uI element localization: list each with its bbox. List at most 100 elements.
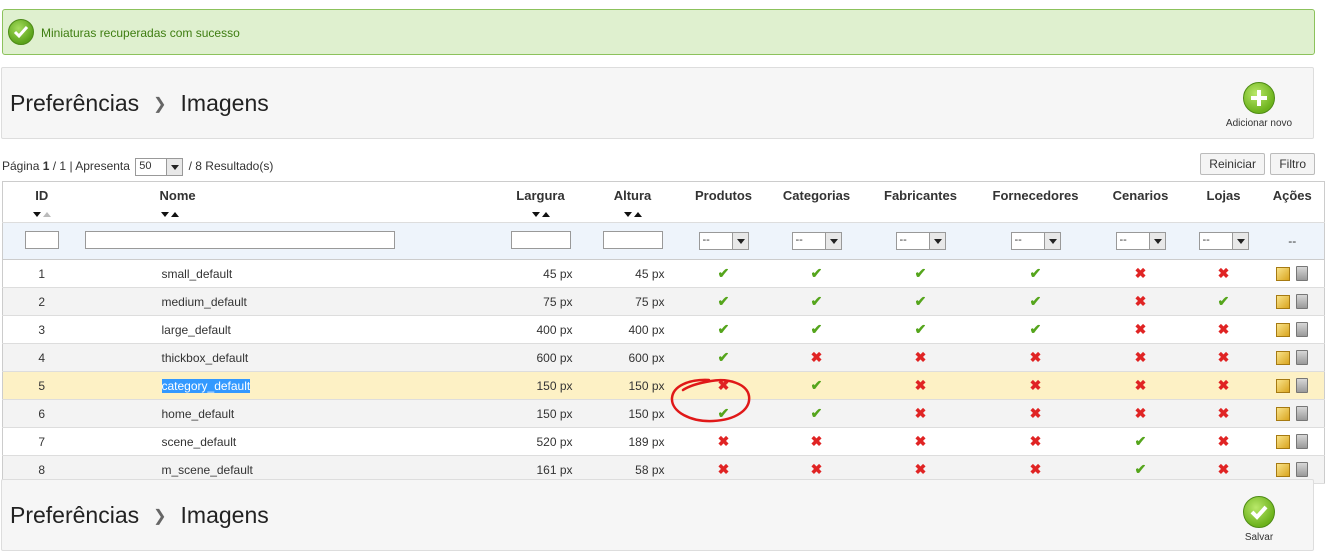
cross-icon: ✖ xyxy=(810,349,823,365)
cell-scenes: ✖ xyxy=(1094,343,1187,372)
trash-icon[interactable] xyxy=(1296,406,1309,422)
name-text: thickbox_default xyxy=(161,350,249,365)
name-text: medium_default xyxy=(161,294,247,309)
name-text: large_default xyxy=(161,322,231,337)
filter-suppliers-select[interactable]: -- xyxy=(1010,232,1061,250)
cell-id: 5 xyxy=(2,371,81,400)
check-icon: ✔ xyxy=(914,293,927,309)
header-stores-label: Lojas xyxy=(1206,188,1241,203)
cross-icon: ✖ xyxy=(914,405,927,421)
cell-suppliers: ✖ xyxy=(976,399,1095,428)
reset-button[interactable]: Reiniciar xyxy=(1200,153,1265,175)
filter-stores-select[interactable]: -- xyxy=(1198,232,1249,250)
sort-desc-icon[interactable] xyxy=(531,212,540,217)
table-row[interactable]: 2 medium_default 75 px 75 px ✔ ✔ ✔ ✔ ✖ ✔ xyxy=(2,287,1325,316)
cross-icon: ✖ xyxy=(1217,405,1230,421)
cell-actions xyxy=(1260,315,1325,344)
filter-button[interactable]: Filtro xyxy=(1270,153,1315,175)
table-row[interactable]: 7 scene_default 520 px 189 px ✖ ✖ ✖ ✖ ✔ ✖ xyxy=(2,427,1325,456)
cross-icon: ✖ xyxy=(1029,377,1042,393)
cell-products: ✔ xyxy=(678,315,769,344)
trash-icon[interactable] xyxy=(1296,322,1309,338)
sort-desc-icon[interactable] xyxy=(32,212,41,217)
edit-icon[interactable] xyxy=(1276,266,1291,281)
chevron-right-icon: ❯ xyxy=(153,96,167,113)
cross-icon: ✖ xyxy=(717,461,730,477)
edit-icon[interactable] xyxy=(1276,434,1291,449)
cross-icon: ✖ xyxy=(1134,405,1147,421)
table-row[interactable]: 4 thickbox_default 600 px 600 px ✔ ✖ ✖ ✖ ✖ ✖ xyxy=(2,343,1325,372)
header-scenes-label: Cenarios xyxy=(1112,188,1169,203)
filter-scenes-select[interactable]: -- xyxy=(1115,232,1166,250)
filter-name-input[interactable] xyxy=(84,230,395,249)
cell-stores: ✖ xyxy=(1186,399,1261,428)
edit-icon[interactable] xyxy=(1276,350,1291,365)
cell-suppliers: ✔ xyxy=(976,315,1095,344)
trash-icon[interactable] xyxy=(1296,462,1309,478)
cell-width: 400 px xyxy=(494,315,587,344)
cell-id: 2 xyxy=(2,287,81,316)
table-row[interactable]: 5 category_default 150 px 150 px ✖ ✔ ✖ ✖ ✖ ✖ xyxy=(2,371,1325,400)
filter-actions-placeholder: -- xyxy=(1260,222,1325,260)
chevron-down-icon xyxy=(1148,233,1165,249)
cross-icon: ✖ xyxy=(1134,321,1147,337)
edit-icon[interactable] xyxy=(1276,406,1291,421)
cross-icon: ✖ xyxy=(1134,349,1147,365)
breadcrumb-preferences[interactable]: Preferências xyxy=(10,90,139,116)
chevron-down-icon xyxy=(1043,233,1060,249)
trash-icon[interactable] xyxy=(1296,266,1309,282)
cell-scenes: ✖ xyxy=(1094,371,1187,400)
filter-manufacturers-select[interactable]: -- xyxy=(895,232,946,250)
toolbar-top: Preferências ❯ Imagens Adicionar novo xyxy=(1,67,1314,139)
cell-id: 1 xyxy=(2,259,81,288)
cell-id: 3 xyxy=(2,315,81,344)
breadcrumb-images: Imagens xyxy=(180,90,269,116)
check-icon: ✔ xyxy=(1029,265,1042,281)
cross-icon: ✖ xyxy=(1134,265,1147,281)
edit-icon[interactable] xyxy=(1276,378,1291,393)
cell-categories: ✔ xyxy=(768,399,865,428)
check-icon: ✔ xyxy=(810,265,823,281)
per-page-select[interactable]: 50 xyxy=(135,158,184,176)
filter-height-input[interactable] xyxy=(602,230,663,249)
table-row[interactable]: 6 home_default 150 px 150 px ✔ ✔ ✖ ✖ ✖ ✖ xyxy=(2,399,1325,428)
images-table: ID Nome Largura Altura Produtos Categori… xyxy=(2,181,1325,484)
cell-width: 45 px xyxy=(494,259,587,288)
sort-desc-icon[interactable] xyxy=(623,212,632,217)
table-row[interactable]: 1 small_default 45 px 45 px ✔ ✔ ✔ ✔ ✖ ✖ xyxy=(2,259,1325,288)
sort-asc-icon[interactable] xyxy=(541,212,550,217)
header-actions-label: Ações xyxy=(1272,188,1312,203)
cell-actions xyxy=(1260,259,1325,288)
name-text: scene_default xyxy=(161,434,237,449)
cell-stores: ✖ xyxy=(1186,315,1261,344)
table-row[interactable]: 3 large_default 400 px 400 px ✔ ✔ ✔ ✔ ✖ ✖ xyxy=(2,315,1325,344)
cell-stores: ✖ xyxy=(1186,343,1261,372)
cell-height: 189 px xyxy=(586,427,679,456)
filter-categories-select[interactable]: -- xyxy=(791,232,842,250)
edit-icon[interactable] xyxy=(1276,322,1291,337)
sort-asc-icon[interactable] xyxy=(633,212,642,217)
sort-asc-icon[interactable] xyxy=(42,212,51,217)
breadcrumb-preferences[interactable]: Preferências xyxy=(10,502,139,528)
filter-products-select[interactable]: -- xyxy=(698,232,749,250)
edit-icon[interactable] xyxy=(1276,462,1291,477)
filter-id-input[interactable] xyxy=(24,230,59,249)
filter-value: -- xyxy=(702,234,710,246)
sort-desc-icon[interactable] xyxy=(160,212,169,217)
cell-name: home_default xyxy=(80,399,495,428)
trash-icon[interactable] xyxy=(1296,350,1309,366)
sort-asc-icon[interactable] xyxy=(170,212,179,217)
name-text: small_default xyxy=(161,266,233,281)
add-new-button[interactable]: Adicionar novo xyxy=(1219,82,1299,129)
cross-icon: ✖ xyxy=(717,433,730,449)
check-icon: ✔ xyxy=(717,265,730,281)
header-manufacturers-label: Fabricantes xyxy=(884,188,957,203)
edit-icon[interactable] xyxy=(1276,294,1291,309)
save-button[interactable]: Salvar xyxy=(1219,496,1299,543)
trash-icon[interactable] xyxy=(1296,378,1309,394)
trash-icon[interactable] xyxy=(1296,294,1309,310)
trash-icon[interactable] xyxy=(1296,434,1309,450)
cell-name: category_default xyxy=(80,371,495,400)
check-icon: ✔ xyxy=(810,377,823,393)
filter-width-input[interactable] xyxy=(510,230,571,249)
